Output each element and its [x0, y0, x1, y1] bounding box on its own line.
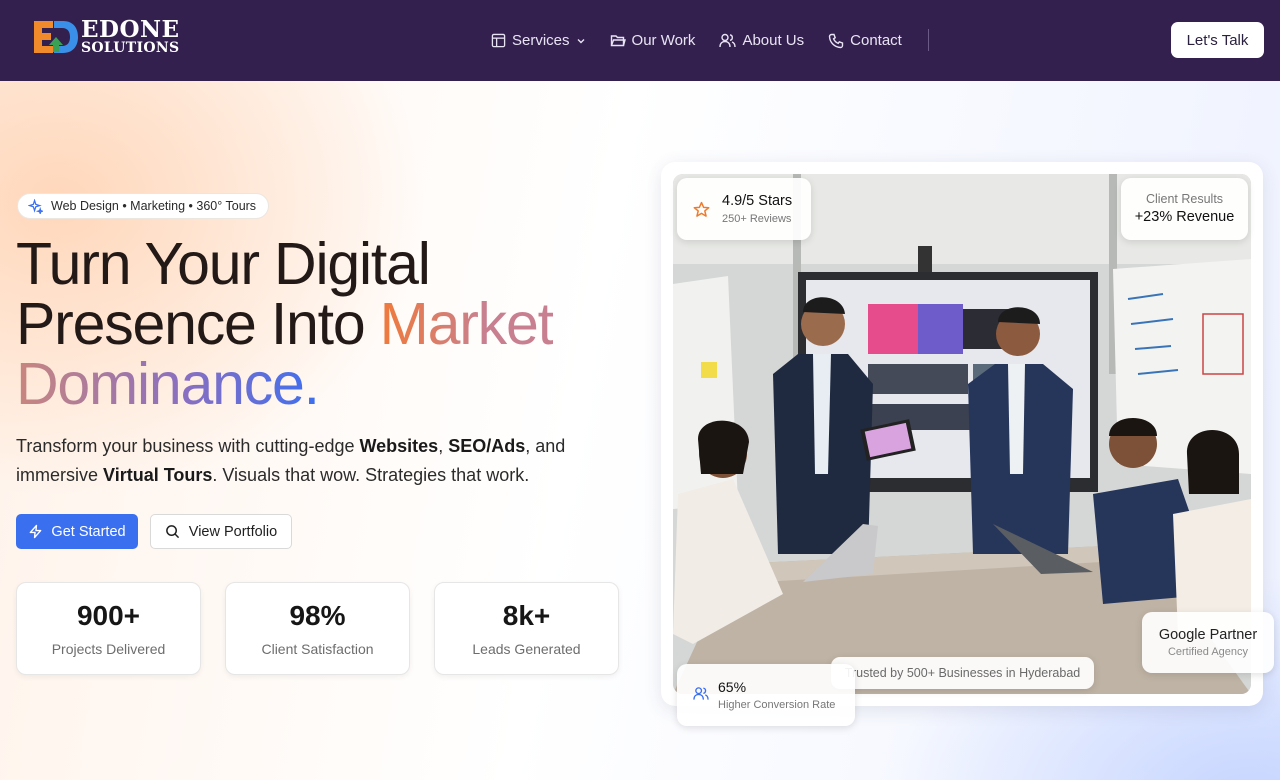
client-results-badge: Client Results +23% Revenue	[1121, 178, 1248, 240]
rating-badge: 4.9/5 Stars 250+ Reviews	[677, 178, 811, 240]
view-portfolio-label: View Portfolio	[188, 523, 278, 540]
nav-item-our-work[interactable]: Our Work	[610, 32, 696, 49]
headline-highlight-market: Market	[379, 291, 554, 357]
hero-subtitle: Transform your business with cutting-edg…	[16, 432, 616, 490]
brand-logo[interactable]: EDONE SOLUTIONS	[33, 18, 180, 56]
logo-mark-icon	[34, 21, 78, 53]
hero-headline: Turn Your Digital Presence Into Market D…	[16, 231, 554, 414]
stat-card-satisfaction: 98% Client Satisfaction	[225, 582, 410, 675]
trusted-badge: Trusted by 500+ Businesses in Hyderabad	[831, 657, 1094, 689]
get-started-label: Get Started	[51, 523, 126, 540]
headline-line2: Presence Into Market	[16, 291, 554, 357]
client-results-title: Client Results	[1145, 192, 1224, 206]
lightning-icon	[30, 524, 42, 539]
stat-label: Projects Delivered	[51, 641, 166, 657]
nav-item-services-label: Services	[512, 32, 570, 49]
subtitle-text-4: . Visuals that wow. Strategies that work…	[212, 465, 530, 485]
subtitle-bold-seo: SEO/Ads	[448, 436, 526, 456]
google-partner-badge: Google Partner Certified Agency	[1142, 612, 1274, 673]
stat-card-projects: 900+ Projects Delivered	[16, 582, 201, 675]
stat-card-leads: 8k+ Leads Generated	[434, 582, 619, 675]
layout-icon	[491, 33, 506, 48]
phone-icon	[828, 33, 844, 48]
stat-value: 900+	[76, 600, 141, 631]
view-portfolio-button[interactable]: View Portfolio	[150, 514, 292, 549]
headline-highlight-dominance: Dominance.	[16, 351, 320, 417]
nav-divider	[928, 29, 929, 51]
stat-label: Client Satisfaction	[261, 641, 374, 657]
headline-line2-text: Presence Into	[16, 291, 380, 357]
nav-item-contact-label: Contact	[850, 32, 902, 49]
brand-name-line2: SOLUTIONS	[81, 40, 180, 56]
rating-title: 4.9/5 Stars	[722, 193, 793, 209]
google-partner-title: Google Partner	[1158, 627, 1258, 643]
subtitle-text-2: ,	[438, 436, 449, 456]
subtitle-text-1: Transform your business with cutting-edg…	[16, 436, 360, 456]
nav-item-about-us[interactable]: About Us	[719, 32, 804, 49]
lets-talk-button[interactable]: Let's Talk	[1171, 22, 1264, 58]
folder-icon	[610, 35, 626, 47]
conversion-label: Higher Conversion Rate	[718, 699, 836, 711]
conversion-value: 65%	[718, 679, 747, 695]
users-icon	[693, 687, 709, 700]
conversion-badge: 65% Higher Conversion Rate	[677, 664, 855, 726]
stat-value: 8k+	[502, 600, 551, 631]
headline-line1: Turn Your Digital	[16, 231, 431, 297]
google-partner-subtitle: Certified Agency	[1167, 646, 1249, 658]
main-menu: Services Our Work About Us Contact	[491, 0, 926, 81]
nav-item-our-work-label: Our Work	[631, 32, 696, 49]
get-started-button[interactable]: Get Started	[16, 514, 138, 549]
brand-name-line1: EDONE	[81, 16, 180, 43]
nav-item-about-us-label: About Us	[742, 32, 805, 49]
nav-item-contact[interactable]: Contact	[828, 32, 902, 49]
client-results-value: +23% Revenue	[1134, 209, 1235, 225]
stat-value: 98%	[289, 600, 346, 631]
search-icon	[165, 525, 179, 539]
subtitle-bold-virtual-tours: Virtual Tours	[103, 465, 213, 485]
chevron-down-icon	[577, 38, 585, 43]
stat-label: Leads Generated	[472, 641, 581, 657]
rating-subtitle: 250+ Reviews	[722, 213, 792, 225]
nav-item-services[interactable]: Services	[491, 32, 586, 49]
star-icon	[693, 201, 710, 217]
headline-line3: Dominance.	[16, 354, 553, 414]
subtitle-bold-websites: Websites	[359, 436, 439, 456]
services-pill: Web Design • Marketing • 360° Tours	[17, 193, 270, 219]
users-icon	[719, 33, 737, 48]
services-pill-text: Web Design • Marketing • 360° Tours	[51, 199, 257, 213]
top-navbar: EDONE SOLUTIONS Services Our Work About …	[0, 0, 1280, 81]
sparkle-icon	[28, 198, 43, 214]
brand-name: EDONE SOLUTIONS	[81, 16, 180, 56]
